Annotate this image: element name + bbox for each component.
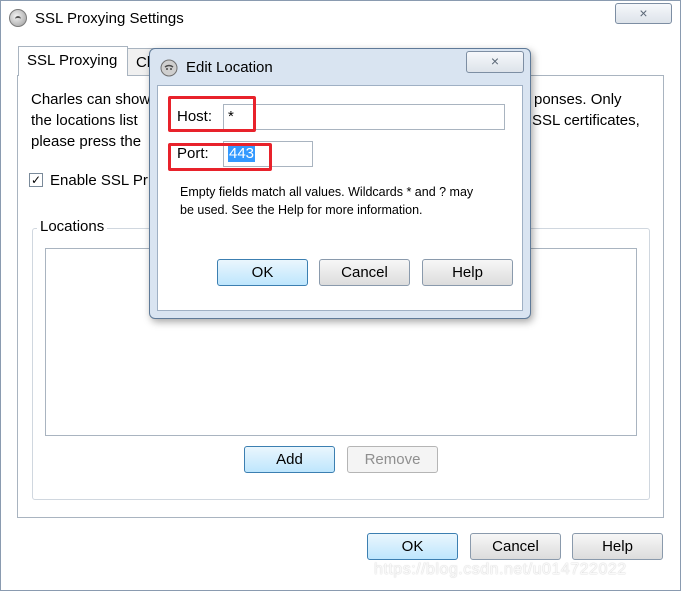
tab-ssl-proxying[interactable]: SSL Proxying: [18, 46, 128, 76]
help-text-line2: be used. See the Help for more informati…: [180, 203, 423, 217]
host-label: Host:: [177, 108, 213, 125]
close-icon: ×: [639, 5, 648, 21]
window-title: SSL Proxying Settings: [35, 10, 184, 27]
help-text-line1: Empty fields match all values. Wildcards…: [180, 185, 474, 199]
checkmark-icon: ✓: [30, 173, 42, 187]
port-label: Port:: [177, 145, 209, 162]
dialog-title: Edit Location: [186, 59, 273, 76]
dialog-help-button[interactable]: Help: [422, 259, 513, 286]
port-value: 443: [228, 145, 256, 162]
host-value: *: [228, 108, 234, 125]
description-line1-left: Charles can show: [31, 91, 151, 108]
enable-ssl-checkbox[interactable]: ✓: [29, 173, 43, 187]
charles-app-icon: [9, 9, 27, 27]
remove-location-button[interactable]: Remove: [347, 446, 438, 473]
dialog-cancel-button[interactable]: Cancel: [319, 259, 410, 286]
enable-ssl-label: Enable SSL Pr: [50, 172, 148, 189]
dialog-ok-button[interactable]: OK: [217, 259, 308, 286]
title-bar: SSL Proxying Settings ×: [1, 1, 680, 37]
charles-app-icon: [160, 59, 178, 77]
ssl-proxying-settings-window: SSL Proxying Settings × SSL Proxying Cli…: [0, 0, 681, 591]
close-icon: ×: [490, 53, 500, 69]
cancel-button[interactable]: Cancel: [470, 533, 561, 560]
watermark: https://blog.csdn.net/u014722022: [374, 561, 627, 578]
edit-location-dialog: Edit Location × Host: * Port: 443 Empty …: [149, 48, 531, 319]
port-input[interactable]: 443: [223, 141, 313, 167]
description-line1-right: ponses. Only: [534, 91, 622, 108]
dialog-close-button[interactable]: ×: [466, 51, 524, 73]
add-location-button[interactable]: Add: [244, 446, 335, 473]
help-button[interactable]: Help: [572, 533, 663, 560]
ok-button[interactable]: OK: [367, 533, 458, 560]
description-line2-left: the locations list: [31, 112, 138, 129]
window-close-button[interactable]: ×: [615, 3, 672, 24]
description-line2-right: SSL certificates,: [532, 112, 640, 129]
dialog-content: Host: * Port: 443 Empty fields match all…: [157, 85, 523, 311]
description-line3-left: please press the: [31, 133, 142, 150]
host-input[interactable]: *: [223, 104, 505, 130]
locations-label: Locations: [37, 218, 108, 235]
